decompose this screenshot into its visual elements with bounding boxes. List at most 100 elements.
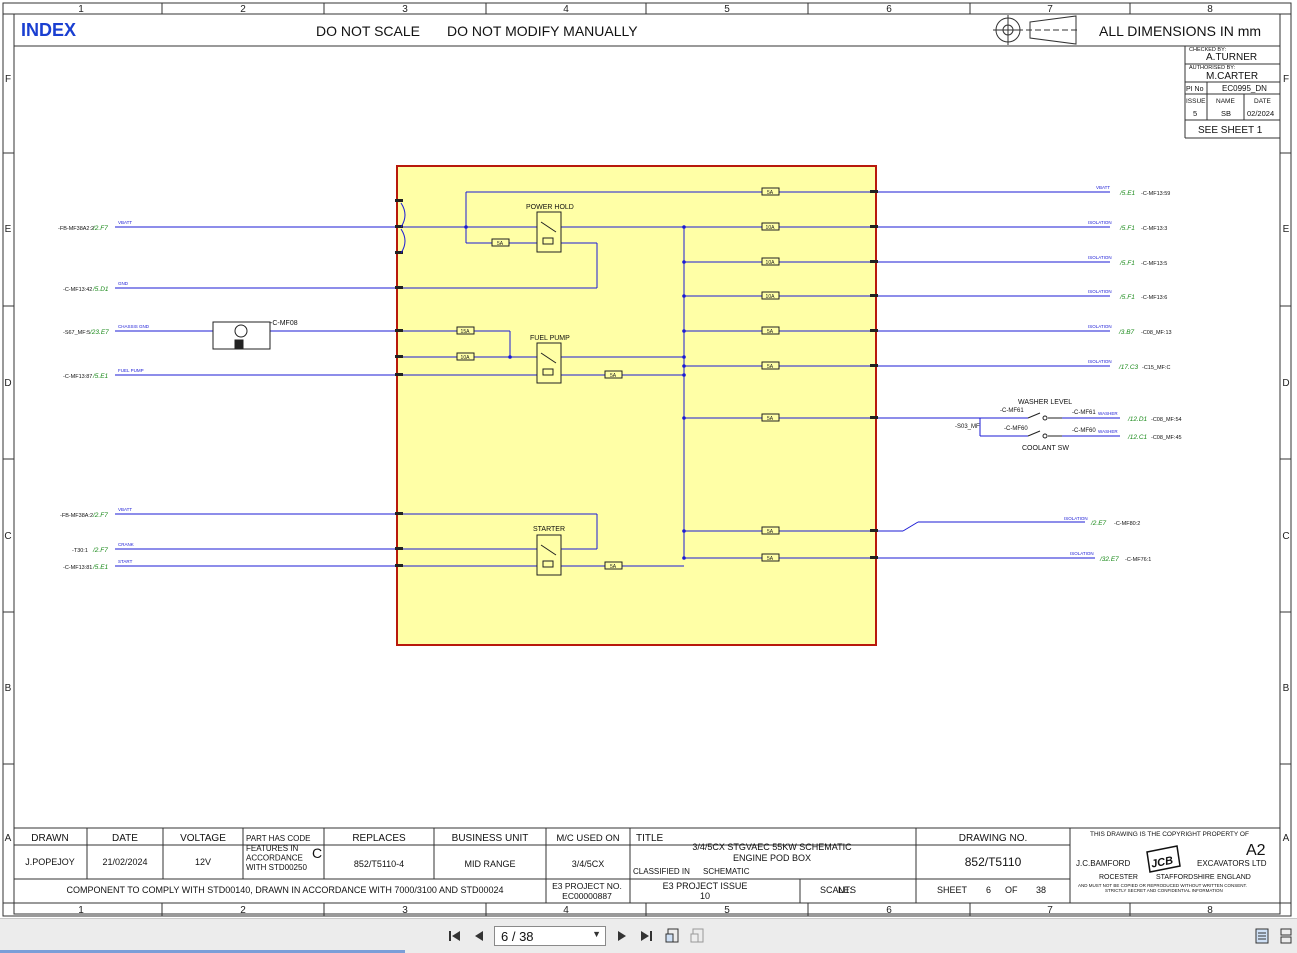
row-label-f-left: F (5, 74, 11, 85)
replaces-label: REPLACES (352, 833, 406, 844)
fuse-13: 5A (604, 370, 623, 379)
single-page-view-icon[interactable] (1253, 927, 1271, 945)
left-ref-6: -T30:1 (72, 548, 88, 554)
right-ref-6: -C15_MF:C (1142, 365, 1170, 371)
left-link-4[interactable]: /5.E1 (92, 373, 109, 380)
continuous-view-icon[interactable] (1277, 927, 1295, 945)
issue-value: 5 (1193, 109, 1197, 118)
row-label-d-left: D (4, 378, 11, 389)
previous-page-icon[interactable] (470, 927, 488, 945)
index-link[interactable]: INDEX (21, 20, 76, 40)
right-link-10[interactable]: /32.E7 (1099, 556, 1119, 563)
authorised-by-value: M.CARTER (1206, 71, 1258, 82)
right-link-4[interactable]: /5.F1 (1119, 294, 1135, 301)
right-signal-2: ISOLATION (1088, 220, 1112, 225)
title-line-2: ENGINE POD BOX (733, 853, 811, 863)
left-link-1[interactable]: /2.F7 (92, 225, 108, 232)
dropdown-caret-icon: ▼ (592, 929, 601, 939)
right-link-3[interactable]: /5.F1 (1119, 260, 1135, 267)
left-ref-3: -S67_MF:5 (63, 330, 90, 336)
voltage-label: VOLTAGE (180, 833, 226, 844)
right-link-9[interactable]: /2.E7 (1090, 520, 1107, 527)
first-page-icon[interactable] (446, 927, 464, 945)
engine-pod-box (396, 165, 877, 646)
right-signal-3: ISOLATION (1088, 255, 1112, 260)
row-label-a-left: A (5, 833, 12, 844)
left-signal-5: VBATT (118, 507, 132, 512)
do-not-scale-note: DO NOT SCALE (316, 23, 420, 39)
row-label-c-left: C (4, 531, 11, 542)
copyright-note: THIS DRAWING IS THE COPYRIGHT PROPERTY O… (1090, 831, 1249, 838)
left-signal-7: START (118, 559, 133, 564)
business-unit-label: BUSINESS UNIT (452, 833, 529, 844)
total-sheets: 38 (1036, 885, 1046, 895)
left-ref-7: -C-MF13:81 (63, 565, 92, 571)
e3-project-value: EC00000887 (562, 891, 612, 901)
next-page-icon[interactable] (613, 927, 631, 945)
svg-text:10A: 10A (766, 225, 776, 231)
coolant-sw-label: COOLANT SW (1022, 445, 1069, 452)
last-page-icon[interactable] (637, 927, 655, 945)
left-link-5[interactable]: /2.F7 (92, 512, 108, 519)
left-signal-1: VBATT (118, 220, 132, 225)
e3-issue-label: E3 PROJECT ISSUE (663, 881, 748, 891)
right-ref-3: -C-MF13:5 (1141, 261, 1167, 267)
washer-ref: -C-MF61 (1000, 408, 1024, 414)
motor-icon (212, 321, 271, 350)
left-link-7[interactable]: /5.E1 (92, 564, 109, 571)
fit-page-icon[interactable] (664, 927, 682, 945)
fuel-pump-relay (536, 342, 562, 384)
features-line: FEATURES IN ACCORDANCE WITH STD00250 (246, 844, 307, 872)
fuse-10: 5A (491, 238, 510, 247)
row-label-b-right: B (1283, 683, 1290, 694)
county: STAFFORDSHIRE (1156, 874, 1215, 881)
right-link-2[interactable]: /5.F1 (1119, 225, 1135, 232)
drawn-label: DRAWN (31, 833, 68, 844)
title-line-1: 3/4/5CX STGVAEC 55KW SCHEMATIC (692, 842, 852, 852)
left-ref-2: -C-MF13:42 (63, 287, 92, 293)
right-link-5[interactable]: /3.B7 (1118, 329, 1135, 336)
date-header: DATE (112, 833, 138, 844)
company-name-2: EXCAVATORS LTD (1197, 859, 1267, 868)
coolant-ref: -C-MF60 (1004, 426, 1028, 432)
drawing-sheet: 1 2 3 4 5 6 7 8 1 2 3 4 5 6 7 8 F E D C … (2, 2, 1292, 917)
right-signal-6: ISOLATION (1088, 359, 1112, 364)
mc-used-label: M/C USED ON (556, 833, 619, 844)
row-label-f-right: F (1283, 74, 1289, 85)
left-ref-4: -C-MF13:87 (63, 374, 92, 380)
right-ref-2: -C-MF13:3 (1141, 226, 1167, 232)
page-number-field[interactable]: 6 / 38 ▼ (494, 926, 606, 946)
right-signal-4: ISOLATION (1088, 289, 1112, 294)
left-ref-5: -FB-MF38A:2 (60, 513, 93, 519)
fuse-8: 5A (761, 526, 780, 535)
right-link-1[interactable]: /5.E1 (1119, 190, 1136, 197)
voltage-value: 12V (195, 857, 211, 867)
sheet-label: SHEET (937, 885, 968, 895)
col-label-6-bottom: 6 (886, 905, 892, 916)
left-signal-3: CHASSIS GND (118, 324, 150, 329)
fuel-pump-label: FUEL PUMP (530, 335, 570, 342)
right-link-6[interactable]: /17.C3 (1118, 364, 1139, 371)
fuse-4: 10A (761, 291, 780, 300)
row-label-a-right: A (1283, 833, 1290, 844)
checked-by-value: A.TURNER (1206, 52, 1257, 63)
right-ref-9: -C-MF80:2 (1114, 521, 1140, 527)
right-link-8[interactable]: /12.C1 (1127, 434, 1148, 441)
do-not-modify-note: DO NOT MODIFY MANUALLY (447, 23, 638, 39)
col-label-7-top: 7 (1047, 4, 1053, 15)
right-link-7[interactable]: /12.D1 (1127, 416, 1148, 423)
left-link-2[interactable]: /5.D1 (92, 286, 109, 293)
sensor-ref: -S03_MF (955, 424, 980, 430)
classified-value: SCHEMATIC (703, 867, 750, 876)
left-signal-4: FUEL PUMP (118, 368, 144, 373)
washer-level-label: WASHER LEVEL (1018, 399, 1072, 406)
see-sheet-link[interactable]: SEE SHEET 1 (1198, 125, 1263, 136)
right-signal-7: WASHER (1098, 411, 1118, 416)
svg-text:15A: 15A (461, 329, 471, 335)
dimensions-note: ALL DIMENSIONS IN mm (1099, 23, 1261, 39)
fit-width-icon[interactable] (689, 927, 707, 945)
left-link-6[interactable]: /2.F7 (92, 547, 108, 554)
starter-relay (536, 534, 562, 576)
right-ref-1: -C-MF13:59 (1141, 191, 1170, 197)
left-link-3[interactable]: /23.E7 (89, 329, 109, 336)
